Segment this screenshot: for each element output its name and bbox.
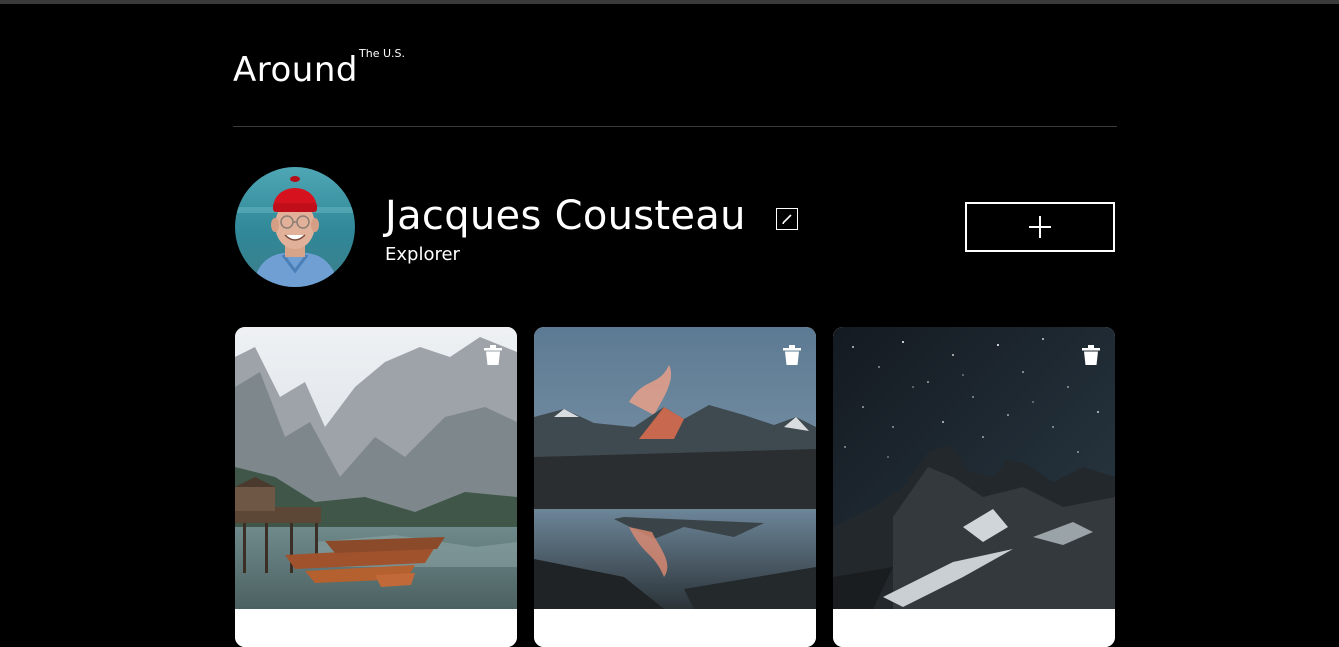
card-image[interactable] (833, 327, 1115, 609)
page: Around The U.S. Jacques Cousteau Explore… (233, 0, 1117, 647)
profile-name: Jacques Cousteau (385, 193, 746, 239)
header: Around The U.S. (233, 44, 1117, 94)
pencil-icon (782, 214, 792, 224)
header-divider (233, 126, 1117, 127)
trash-icon (783, 345, 801, 365)
card (833, 327, 1115, 647)
card-footer (833, 609, 1115, 647)
card-footer (235, 609, 517, 647)
card (534, 327, 816, 647)
trash-icon (484, 345, 502, 365)
add-card-button[interactable] (965, 202, 1115, 252)
starry-mountains-image (833, 327, 1115, 609)
mountain-reflection-image (534, 327, 816, 609)
card (235, 327, 517, 647)
avatar-image (235, 167, 355, 287)
logo-main-text: Around (233, 50, 358, 90)
edit-profile-button[interactable] (776, 208, 798, 230)
card-image[interactable] (235, 327, 517, 609)
card-footer (534, 609, 816, 647)
profile-about: Explorer (385, 244, 460, 265)
trash-icon (1082, 345, 1100, 365)
card-image[interactable] (534, 327, 816, 609)
mountain-lake-image (235, 327, 517, 609)
avatar[interactable] (235, 167, 355, 287)
delete-card-button[interactable] (783, 345, 801, 365)
plus-icon (1029, 216, 1051, 238)
delete-card-button[interactable] (484, 345, 502, 365)
delete-card-button[interactable] (1082, 345, 1100, 365)
logo-superscript: The U.S. (359, 47, 405, 60)
cards-grid (235, 327, 1117, 647)
